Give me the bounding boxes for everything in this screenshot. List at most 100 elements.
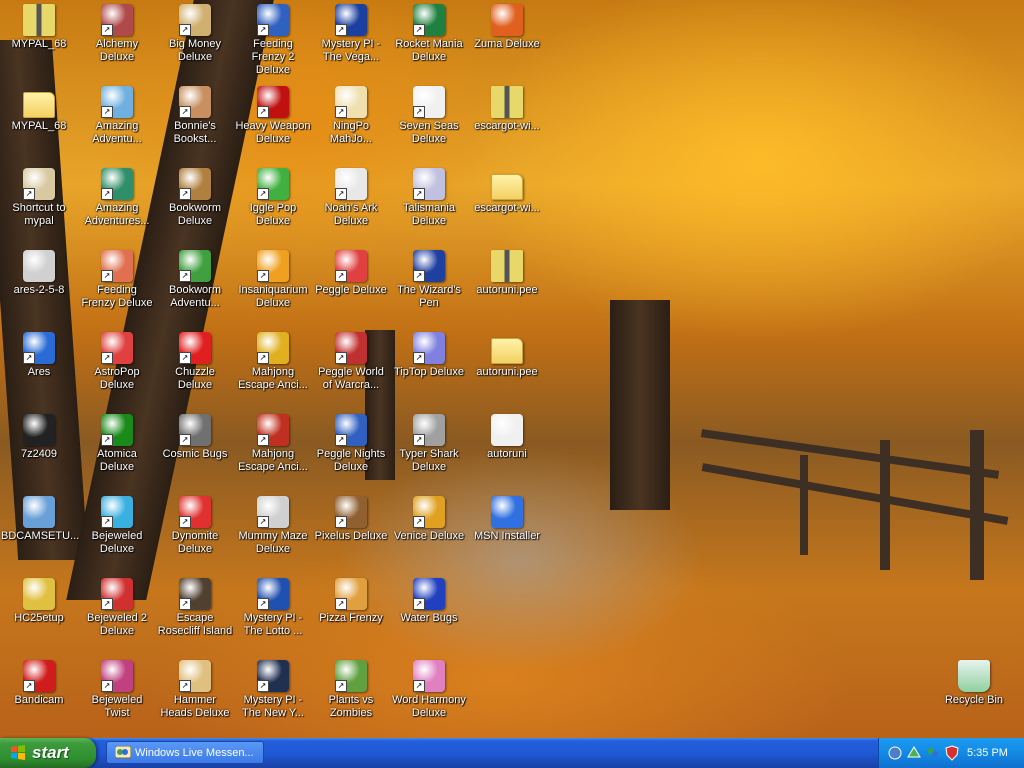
- desktop-icon[interactable]: ares-2-5-8: [0, 246, 78, 326]
- desktop-icon[interactable]: ↗ Peggle World of Warcra...: [312, 328, 390, 408]
- messenger-icon: [115, 746, 131, 759]
- desktop-icon[interactable]: ↗ Bejeweled Twist: [78, 656, 156, 736]
- desktop-icon-label: MSN Installer: [473, 530, 541, 542]
- desktop-icon[interactable]: ↗ Bejeweled Deluxe: [78, 492, 156, 572]
- desktop-icon[interactable]: ↗ Bookworm Deluxe: [156, 164, 234, 244]
- desktop-icon[interactable]: ↗ Heavy Weapon Deluxe: [234, 82, 312, 162]
- desktop-icon[interactable]: escargot-wi...: [468, 82, 546, 162]
- desktop-icon[interactable]: ↗ Bonnie's Bookst...: [156, 82, 234, 162]
- desktop-icon[interactable]: ↗ Rocket Mania Deluxe: [390, 0, 468, 80]
- desktop-icon[interactable]: MYPAL_68: [0, 82, 78, 162]
- desktop-icon[interactable]: ↗ Feeding Frenzy Deluxe: [78, 246, 156, 326]
- program-icon: ↗: [413, 86, 445, 118]
- start-label: start: [32, 743, 69, 762]
- desktop-icon[interactable]: ↗ Mahjong Escape Anci...: [234, 410, 312, 490]
- desktop-icon-label: Mystery PI - The Vega...: [321, 38, 381, 63]
- desktop-icon-label: MYPAL_68: [11, 38, 67, 50]
- desktop-icon-label: BDCAMSETU...: [1, 530, 80, 542]
- desktop-icon[interactable]: ↗ Pixelus Deluxe: [312, 492, 390, 572]
- desktop-icon[interactable]: ↗ Chuzzle Deluxe: [156, 328, 234, 408]
- desktop-icon[interactable]: ↗ Seven Seas Deluxe: [390, 82, 468, 162]
- folder-icon: [491, 338, 523, 364]
- desktop-icon[interactable]: ↗ Mystery PI - The Lotto ...: [234, 574, 312, 654]
- desktop-icon[interactable]: ↗ Amazing Adventu...: [78, 82, 156, 162]
- messenger-tray-icon[interactable]: [925, 745, 941, 761]
- desktop-icon[interactable]: ↗ Venice Deluxe: [390, 492, 468, 572]
- desktop-icon[interactable]: ↗ Mummy Maze Deluxe: [234, 492, 312, 572]
- taskbar-item-windows-live-messenger[interactable]: Windows Live Messen...: [106, 741, 264, 764]
- update-icon[interactable]: [906, 745, 922, 761]
- desktop-icon[interactable]: ↗ Peggle Deluxe: [312, 246, 390, 326]
- clock[interactable]: 5:35 PM: [967, 738, 1008, 768]
- desktop-icon[interactable]: escargot-wi...: [468, 164, 546, 244]
- desktop-icon-label: Atomica Deluxe: [97, 448, 137, 473]
- program-icon: ↗: [23, 660, 55, 692]
- shortcut-arrow-icon: ↗: [23, 352, 35, 364]
- recycle-bin-icon[interactable]: Recycle Bin: [935, 656, 1013, 736]
- desktop-icon[interactable]: ↗ AstroPop Deluxe: [78, 328, 156, 408]
- desktop-icon[interactable]: HC25etup: [0, 574, 78, 654]
- security-shield-icon[interactable]: [944, 745, 960, 761]
- desktop-icon[interactable]: BDCAMSETU...: [0, 492, 80, 572]
- desktop-icon[interactable]: ↗ Alchemy Deluxe: [78, 0, 156, 80]
- desktop-icon[interactable]: autoruni.pee: [468, 246, 546, 326]
- program-icon: ↗: [335, 168, 367, 200]
- shortcut-arrow-icon: ↗: [335, 270, 347, 282]
- desktop-icon[interactable]: ↗ Shortcut to mypal: [0, 164, 78, 244]
- desktop-icon[interactable]: ↗ Atomica Deluxe: [78, 410, 156, 490]
- program-icon: ↗: [335, 332, 367, 364]
- program-icon: [491, 496, 523, 528]
- desktop-icon[interactable]: autoruni: [468, 410, 546, 490]
- desktop-icon-label: Amazing Adventu...: [92, 120, 142, 145]
- desktop-wallpaper[interactable]: MYPAL_68 MYPAL_68 ↗ Shortcut to mypal ares-2…: [0, 0, 1024, 738]
- shortcut-arrow-icon: ↗: [335, 434, 347, 446]
- desktop-icon-label: Word Harmony Deluxe: [392, 694, 466, 719]
- desktop-icon[interactable]: ↗ Pizza Frenzy: [312, 574, 390, 654]
- desktop-icon[interactable]: ↗ Amazing Adventures...: [78, 164, 156, 244]
- desktop-icon[interactable]: ↗ Dynomite Deluxe: [156, 492, 234, 572]
- program-icon: ↗: [413, 660, 445, 692]
- desktop-icon[interactable]: 7z2409: [0, 410, 78, 490]
- shortcut-arrow-icon: ↗: [257, 188, 269, 200]
- wallpaper-fence: [800, 455, 808, 555]
- desktop-icon[interactable]: autoruni.pee: [468, 328, 546, 408]
- shortcut-arrow-icon: ↗: [413, 106, 425, 118]
- shortcut-arrow-icon: ↗: [335, 680, 347, 692]
- desktop-icon[interactable]: ↗ Mystery PI - The Vega...: [312, 0, 390, 80]
- desktop-icon[interactable]: ↗ Hammer Heads Deluxe: [156, 656, 234, 736]
- desktop-icon[interactable]: ↗ Mystery PI - The New Y...: [234, 656, 312, 736]
- network-icon[interactable]: [887, 745, 903, 761]
- program-icon: ↗: [257, 4, 289, 36]
- desktop-icon[interactable]: ↗ The Wizard's Pen: [390, 246, 468, 326]
- shortcut-arrow-icon: ↗: [257, 24, 269, 36]
- desktop-icon[interactable]: ↗ Mahjong Escape Anci...: [234, 328, 312, 408]
- start-button[interactable]: start: [0, 738, 96, 768]
- program-icon: ↗: [335, 578, 367, 610]
- desktop-icon[interactable]: MYPAL_68: [0, 0, 78, 80]
- desktop-icon[interactable]: ↗ Plants vs Zombies: [312, 656, 390, 736]
- recycle-bin-label: Recycle Bin: [944, 694, 1004, 706]
- desktop-icon[interactable]: ↗ Iggle Pop Deluxe: [234, 164, 312, 244]
- desktop-icon[interactable]: ↗ Typer Shark Deluxe: [390, 410, 468, 490]
- desktop-icon[interactable]: ↗ Big Money Deluxe: [156, 0, 234, 80]
- desktop-icon[interactable]: ↗ Noah's Ark Deluxe: [312, 164, 390, 244]
- desktop-icon[interactable]: ↗ Bandicam: [0, 656, 78, 736]
- desktop-icon[interactable]: ↗ Escape Rosecliff Island: [156, 574, 234, 654]
- desktop-icon[interactable]: ↗ Talismania Deluxe: [390, 164, 468, 244]
- desktop-icon[interactable]: ↗ Feeding Frenzy 2 Deluxe: [234, 0, 312, 80]
- desktop-icon[interactable]: ↗ Bookworm Adventu...: [156, 246, 234, 326]
- desktop-icon[interactable]: ↗ Peggle Nights Deluxe: [312, 410, 390, 490]
- desktop-icon[interactable]: ↗ TipTop Deluxe: [390, 328, 468, 408]
- desktop-icon[interactable]: ↗ Ares: [0, 328, 78, 408]
- desktop-icon[interactable]: ↗ Bejeweled 2 Deluxe: [78, 574, 156, 654]
- desktop-icon-label: Feeding Frenzy Deluxe: [81, 284, 153, 309]
- desktop-icon[interactable]: ↗ NingPo MahJo...: [312, 82, 390, 162]
- desktop-icon[interactable]: ↗ Cosmic Bugs: [156, 410, 234, 490]
- program-icon: [23, 578, 55, 610]
- desktop-icon[interactable]: ↗ Word Harmony Deluxe: [390, 656, 468, 736]
- program-icon: ↗: [101, 4, 133, 36]
- desktop-icon[interactable]: MSN Installer: [468, 492, 546, 572]
- desktop-icon[interactable]: ↗ Water Bugs: [390, 574, 468, 654]
- desktop-icon[interactable]: ↗ Insaniquarium Deluxe: [234, 246, 312, 326]
- desktop-icon[interactable]: Zuma Deluxe: [468, 0, 546, 80]
